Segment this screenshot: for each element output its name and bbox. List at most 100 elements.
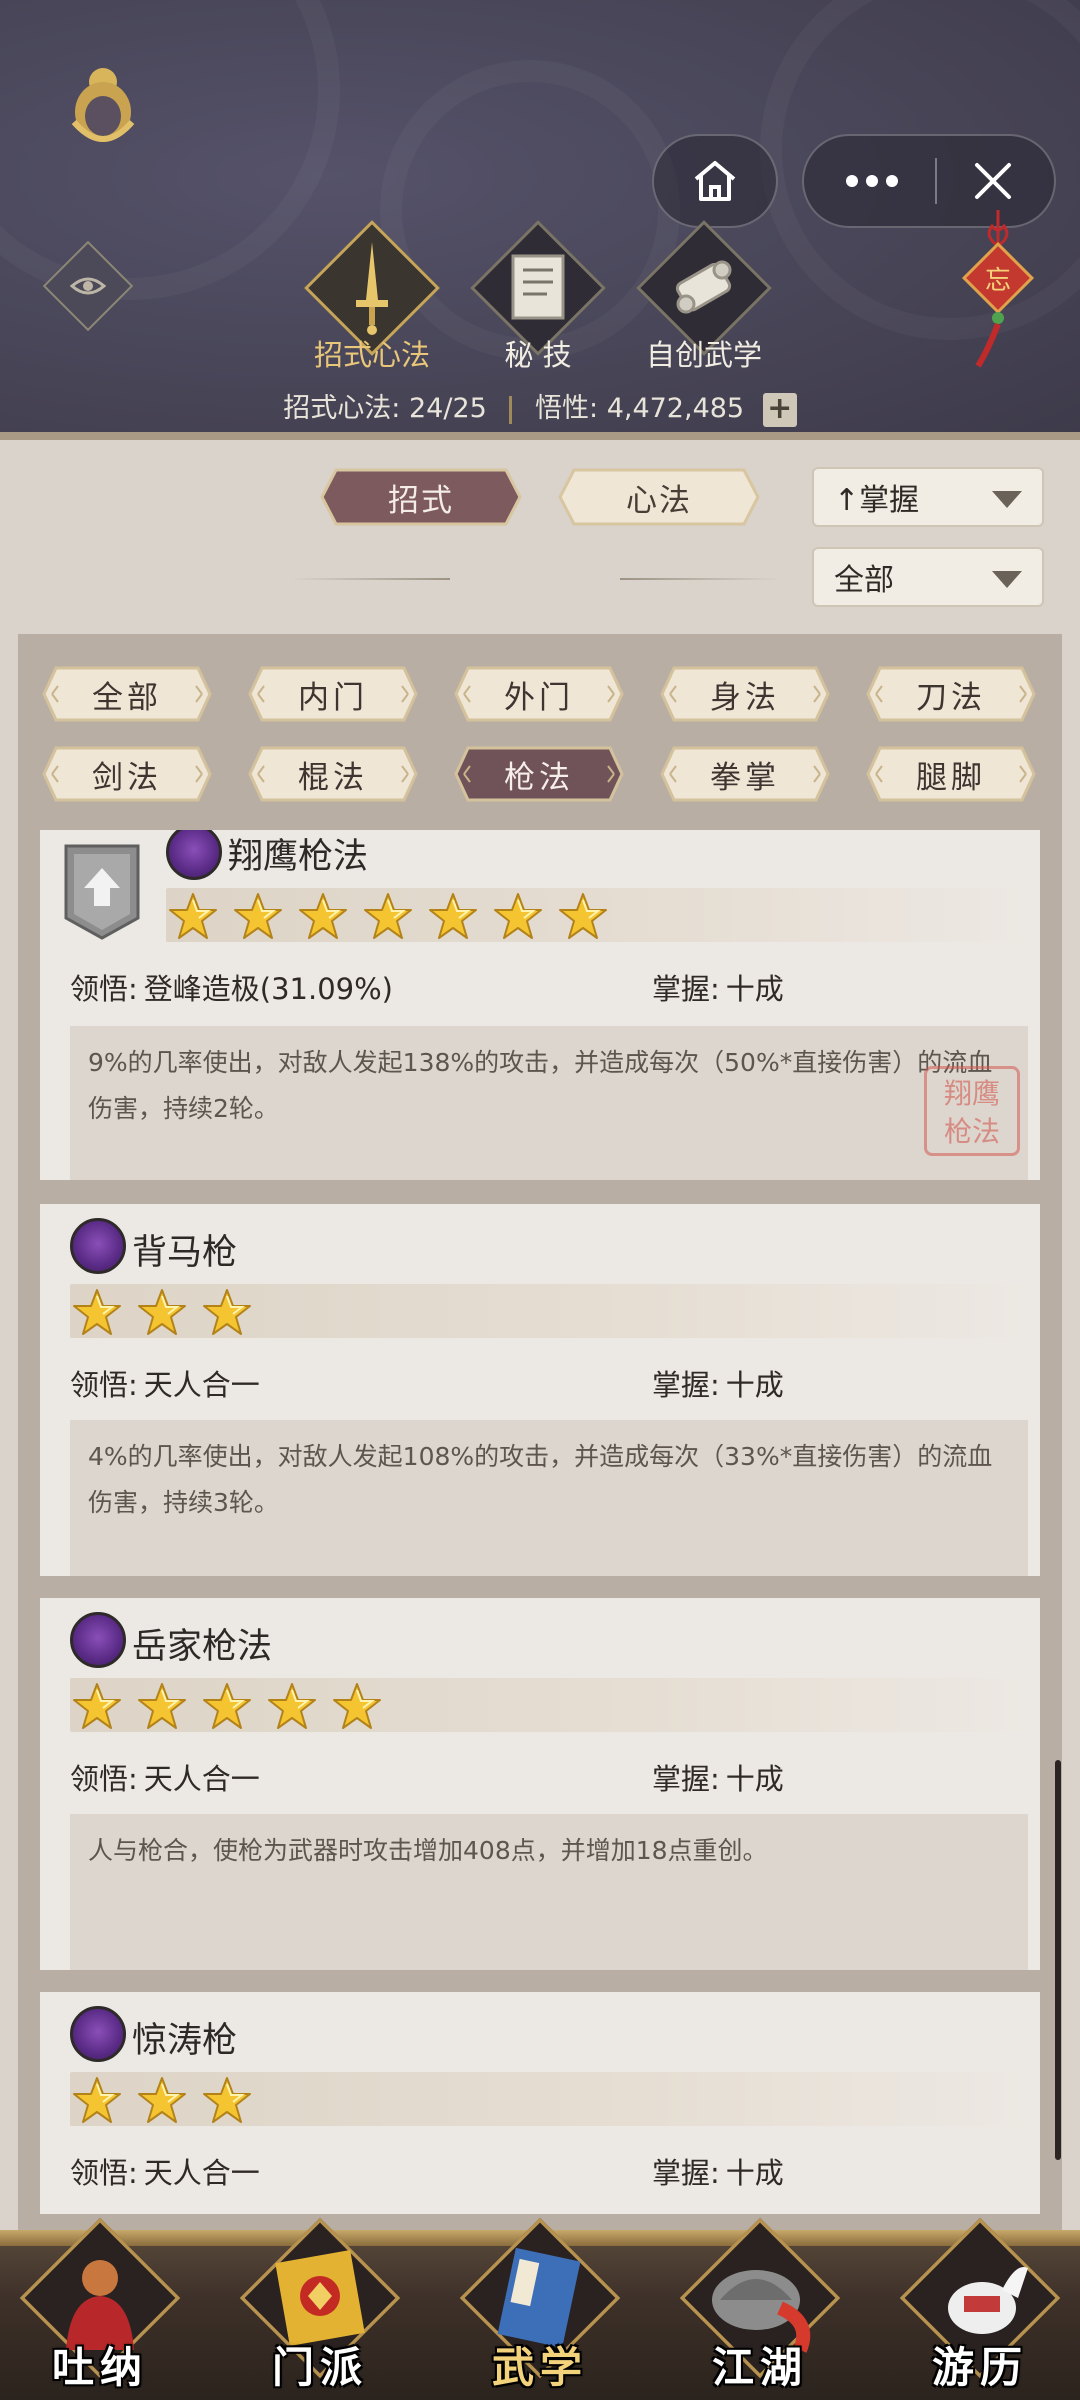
skill-card[interactable]: 背马枪 领悟: 天人合一 掌握: 十成 4%的几率使出，对敌人发起108%的攻击，并…	[40, 1204, 1040, 1576]
skill-description: 4%的几率使出，对敌人发起108%的攻击，并造成每次（33%*直接伤害）的流血伤…	[70, 1420, 1028, 1576]
spear-skill-icon	[70, 2006, 126, 2062]
type-button-mind-label: 心法	[626, 482, 692, 519]
category-button[interactable]: 全部	[42, 666, 212, 722]
chevron-down-icon	[992, 491, 1022, 508]
decorative-divider	[290, 578, 450, 580]
nav-item[interactable]: 门派	[239, 2214, 401, 2400]
comprehension-label: 领悟:	[70, 1762, 138, 1796]
star-icon	[559, 893, 607, 939]
category-button-label: 外门	[504, 679, 574, 716]
scrollbar[interactable]	[1055, 1760, 1061, 2160]
sort-dropdown-value: ↑掌握	[834, 483, 920, 518]
eye-icon	[70, 277, 106, 295]
star-icon	[73, 2077, 121, 2123]
skill-name: 岳家枪法	[132, 1627, 273, 1667]
star-rating	[166, 888, 1028, 942]
sort-dropdown[interactable]: ↑掌握	[812, 467, 1044, 527]
star-icon	[169, 893, 217, 939]
spear-skill-icon	[70, 1218, 126, 1274]
skill-card[interactable]: 翔鹰枪法 领悟: 登峰造极(31.09%) 掌握: 十成 9%的几率使出，对敌人发起…	[40, 830, 1040, 1180]
star-icon	[138, 1683, 186, 1729]
mastery-row: 掌握: 十成	[652, 1756, 784, 1798]
nav-item[interactable]: 游历	[899, 2214, 1061, 2400]
comprehension-value: 天人合一	[143, 2156, 260, 2190]
comprehension-label: 领悟:	[70, 1368, 138, 1402]
mastery-value: 十成	[725, 2156, 784, 2190]
book-icon	[511, 254, 565, 320]
category-button[interactable]: 腿脚	[866, 746, 1036, 802]
comprehension-row: 领悟: 登峰造极(31.09%)	[70, 966, 393, 1008]
skill-description: 9%的几率使出，对敌人发起138%的攻击，并造成每次（50%*直接伤害）的流血伤…	[70, 1026, 1028, 1180]
upgrade-badge-icon	[64, 844, 140, 940]
mastery-label: 掌握:	[652, 972, 720, 1006]
add-insight-button[interactable]: +	[762, 392, 797, 427]
comprehension-value: 天人合一	[143, 1762, 260, 1796]
nav-item[interactable]: 江湖	[679, 2214, 841, 2400]
category-button[interactable]: 剑法	[42, 746, 212, 802]
category-button[interactable]: 刀法	[866, 666, 1036, 722]
avatar-icon[interactable]	[62, 60, 144, 150]
home-icon	[694, 161, 736, 201]
category-button[interactable]: 拳掌	[660, 746, 830, 802]
mastery-value: 十成	[725, 1368, 784, 1402]
nav-item-label: 门派	[271, 2343, 368, 2392]
category-button-label: 刀法	[916, 679, 986, 716]
comprehension-label: 领悟:	[70, 972, 138, 1006]
star-icon	[268, 1683, 316, 1729]
nav-item[interactable]: 武学	[459, 2214, 621, 2400]
category-button[interactable]: 内门	[248, 666, 418, 722]
comprehension-label: 领悟:	[70, 2156, 138, 2190]
skill-name: 翔鹰枪法	[228, 837, 369, 877]
tab-label-secret-arts: 秘 技	[504, 338, 572, 372]
category-button[interactable]: 棍法	[248, 746, 418, 802]
spear-skill-icon	[70, 1612, 126, 1668]
star-icon	[138, 1289, 186, 1335]
nav-item[interactable]: 吐纳	[19, 2214, 181, 2400]
skill-card[interactable]: 惊涛枪 领悟: 天人合一 掌握: 十成	[40, 1992, 1040, 2214]
more-icon[interactable]	[845, 174, 899, 188]
category-button[interactable]: 枪法	[454, 746, 624, 802]
close-icon[interactable]	[973, 161, 1013, 201]
star-icon	[299, 893, 347, 939]
scroll-icon	[675, 260, 732, 314]
skill-card[interactable]: 岳家枪法 领悟: 天人合一 掌握: 十成 人与枪合，使枪为武器时攻击增加408点，并…	[40, 1598, 1040, 1970]
category-button[interactable]: 外门	[454, 666, 624, 722]
seal-stamp: 翔鹰 枪法	[924, 1066, 1020, 1156]
skills-count-value: 24/25	[408, 393, 487, 424]
charm-icon[interactable]: 忘	[958, 210, 1038, 370]
star-icon	[234, 893, 282, 939]
insight-value: 4,472,485	[606, 393, 745, 424]
nav-item-label: 游历	[931, 2343, 1028, 2392]
category-button-label: 内门	[298, 679, 368, 716]
nav-item-label: 吐纳	[51, 2343, 148, 2392]
mastery-row: 掌握: 十成	[652, 966, 784, 1008]
mastery-row: 掌握: 十成	[652, 1362, 784, 1404]
nav-item-label: 江湖	[711, 2343, 808, 2392]
type-button-moves-label: 招式	[388, 482, 454, 519]
comprehension-value: 天人合一	[143, 1368, 260, 1402]
skill-list[interactable]: 翔鹰枪法 领悟: 登峰造极(31.09%) 掌握: 十成 9%的几率使出，对敌人发起…	[40, 830, 1040, 2214]
type-button-mind[interactable]: 心法	[558, 468, 760, 526]
category-button[interactable]: 身法	[660, 666, 830, 722]
category-button-label: 腿脚	[916, 759, 986, 796]
star-rating	[70, 1284, 1028, 1338]
range-dropdown[interactable]: 全部	[812, 547, 1044, 607]
comprehension-row: 领悟: 天人合一	[70, 1362, 260, 1404]
mastery-label: 掌握:	[652, 2156, 720, 2190]
stats-line: 招式心法: 24/25 悟性: 4,472,485 +	[0, 386, 1080, 427]
capsule-divider	[935, 158, 937, 204]
star-icon	[73, 1289, 121, 1335]
range-dropdown-value: 全部	[834, 563, 894, 598]
category-button-label: 剑法	[92, 759, 162, 796]
star-icon	[73, 1683, 121, 1729]
skills-count-label: 招式心法:	[283, 393, 401, 424]
category-button-label: 拳掌	[710, 759, 780, 796]
star-icon	[203, 1289, 251, 1335]
mastery-label: 掌握:	[652, 1368, 720, 1402]
stats-divider	[509, 395, 513, 424]
star-icon	[494, 893, 542, 939]
star-icon	[429, 893, 477, 939]
spear-skill-icon	[166, 830, 222, 880]
type-button-moves[interactable]: 招式	[320, 468, 522, 526]
home-button[interactable]	[652, 134, 778, 228]
